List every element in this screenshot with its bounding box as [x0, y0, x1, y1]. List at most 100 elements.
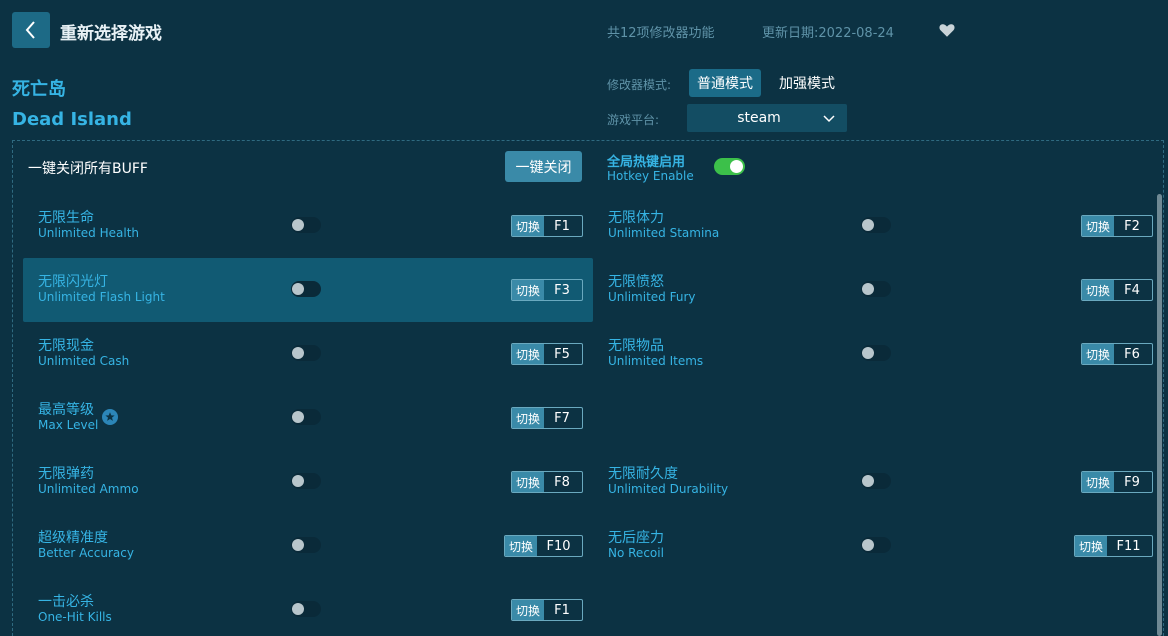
cheat-toggle[interactable]	[861, 537, 891, 553]
platform-label: 游戏平台:	[607, 113, 660, 127]
cheat-toggle[interactable]	[861, 281, 891, 297]
cheat-toggle[interactable]	[291, 345, 321, 361]
cheat-toggle[interactable]	[291, 281, 321, 297]
switch-label: 切换	[512, 600, 545, 620]
hotkey-badge[interactable]: 切换 F4	[1081, 279, 1153, 301]
cheat-name-en: One-Hit Kills	[38, 610, 112, 624]
switch-label: 切换	[512, 472, 545, 492]
cheat-row-unlimited-health: 无限生命 Unlimited Health 切换 F1	[23, 194, 593, 258]
cheat-toggle[interactable]	[291, 473, 321, 489]
hotkey-key: F6	[1114, 344, 1151, 364]
switch-label: 切换	[512, 216, 545, 236]
close-all-label: 一键关闭所有BUFF	[28, 161, 148, 177]
cheat-toggle[interactable]	[861, 217, 891, 233]
hotkey-label-en: Hotkey Enable	[607, 169, 694, 183]
cheat-name-en: Unlimited Health	[38, 226, 140, 240]
hotkey-key: F4	[1114, 280, 1151, 300]
cheat-row-unlimited-durability: 无限耐久度 Unlimited Durability 切换 F9	[593, 450, 1163, 514]
platform-select[interactable]: steam	[687, 104, 847, 132]
cheat-row-better-accuracy: 超级精准度 Better Accuracy 切换 F10	[23, 514, 593, 578]
toggle-knob	[292, 475, 304, 487]
cheat-name-en: Better Accuracy	[38, 546, 134, 560]
cheat-row-unlimited-fury: 无限愤怒 Unlimited Fury 切换 F4	[593, 258, 1163, 322]
toggle-knob	[292, 347, 304, 359]
toggle-knob	[292, 219, 304, 231]
hotkey-badge[interactable]: 切换 F5	[511, 343, 583, 365]
cheat-name-en: Max Level	[38, 418, 99, 432]
feature-count: 共12项修改器功能	[607, 26, 715, 41]
switch-label: 切换	[1082, 344, 1115, 364]
cheat-name-cn: 无限闪光灯	[38, 274, 108, 290]
hotkey-badge[interactable]: 切换 F1	[511, 215, 583, 237]
hotkey-badge[interactable]: 切换 F9	[1081, 471, 1153, 493]
switch-label: 切换	[1082, 216, 1115, 236]
hotkey-key: F10	[537, 536, 581, 556]
toggle-knob	[862, 475, 874, 487]
hotkey-enable-toggle[interactable]	[714, 158, 745, 175]
switch-label: 切换	[505, 536, 538, 556]
back-button[interactable]	[12, 12, 50, 48]
hotkey-badge[interactable]: 切换 F7	[511, 407, 583, 429]
hotkey-key: F2	[1114, 216, 1151, 236]
cheat-name-cn: 无后座力	[608, 530, 664, 546]
cheat-row-unlimited-ammo: 无限弹药 Unlimited Ammo 切换 F8	[23, 450, 593, 514]
hotkey-badge[interactable]: 切换 F1	[511, 599, 583, 621]
hotkey-badge[interactable]: 切换 F2	[1081, 215, 1153, 237]
chevron-left-icon	[25, 21, 35, 39]
game-name-cn: 死亡岛	[12, 79, 66, 100]
cheat-row-unlimited-cash: 无限现金 Unlimited Cash 切换 F5	[23, 322, 593, 386]
switch-label: 切换	[1075, 536, 1108, 556]
cheat-name-en: Unlimited Stamina	[608, 226, 720, 240]
cheat-name-cn: 无限弹药	[38, 466, 94, 482]
close-all-button[interactable]: 一键关闭	[505, 151, 582, 182]
cheat-toggle[interactable]	[291, 409, 321, 425]
hotkey-badge[interactable]: 切换 F8	[511, 471, 583, 493]
switch-label: 切换	[512, 408, 545, 428]
page-title[interactable]: 重新选择游戏	[60, 19, 162, 44]
hotkey-badge[interactable]: 切换 F11	[1074, 535, 1153, 557]
cheat-name-cn: 无限现金	[38, 338, 94, 354]
toggle-knob	[862, 347, 874, 359]
hotkey-key: F3	[544, 280, 581, 300]
switch-label: 切换	[512, 280, 545, 300]
cheat-name-cn: 无限物品	[608, 338, 664, 354]
hotkey-badge[interactable]: 切换 F3	[511, 279, 583, 301]
hotkey-key: F11	[1107, 536, 1151, 556]
cheat-name-cn: 无限愤怒	[608, 274, 664, 290]
cheat-name-en: Unlimited Cash	[38, 354, 130, 368]
cheat-row-unlimited-stamina: 无限体力 Unlimited Stamina 切换 F2	[593, 194, 1163, 258]
hotkey-key: F8	[544, 472, 581, 492]
toggle-knob	[862, 539, 874, 551]
hotkey-key: F1	[544, 216, 581, 236]
cheat-toggle[interactable]	[861, 473, 891, 489]
game-name-en: Dead Island	[12, 109, 132, 130]
switch-label: 切换	[1082, 472, 1115, 492]
switch-label: 切换	[512, 344, 545, 364]
hotkey-key: F7	[544, 408, 581, 428]
hotkey-key: F5	[544, 344, 581, 364]
chevron-down-icon	[823, 115, 835, 123]
heart-icon[interactable]	[938, 21, 956, 39]
cheat-toggle[interactable]	[291, 217, 321, 233]
cheat-name-en: Unlimited Durability	[608, 482, 729, 496]
switch-label: 切换	[1082, 280, 1115, 300]
cheat-name-en: Unlimited Items	[608, 354, 704, 368]
hotkey-badge[interactable]: 切换 F10	[504, 535, 583, 557]
hotkey-badge[interactable]: 切换 F6	[1081, 343, 1153, 365]
cheat-name-en: Unlimited Flash Light	[38, 290, 165, 304]
hotkey-key: F1	[544, 600, 581, 620]
cheat-row-one-hit-kills: 一击必杀 One-Hit Kills 切换 F1	[23, 578, 593, 636]
toggle-knob	[292, 539, 304, 551]
cheat-toggle[interactable]	[291, 601, 321, 617]
cheat-name-cn: 无限生命	[38, 210, 94, 226]
cheat-toggle[interactable]	[861, 345, 891, 361]
cheat-name-cn: 超级精准度	[38, 530, 108, 546]
cheat-row-unlimited-items: 无限物品 Unlimited Items 切换 F6	[593, 322, 1163, 386]
cheat-name-en: Unlimited Ammo	[38, 482, 139, 496]
boost-mode-button[interactable]: 加强模式	[770, 69, 844, 97]
star-icon	[102, 409, 118, 425]
cheat-toggle[interactable]	[291, 537, 321, 553]
cheat-row-no-recoil: 无后座力 No Recoil 切换 F11	[593, 514, 1163, 578]
normal-mode-button[interactable]: 普通模式	[689, 69, 761, 97]
toggle-knob	[730, 160, 743, 173]
